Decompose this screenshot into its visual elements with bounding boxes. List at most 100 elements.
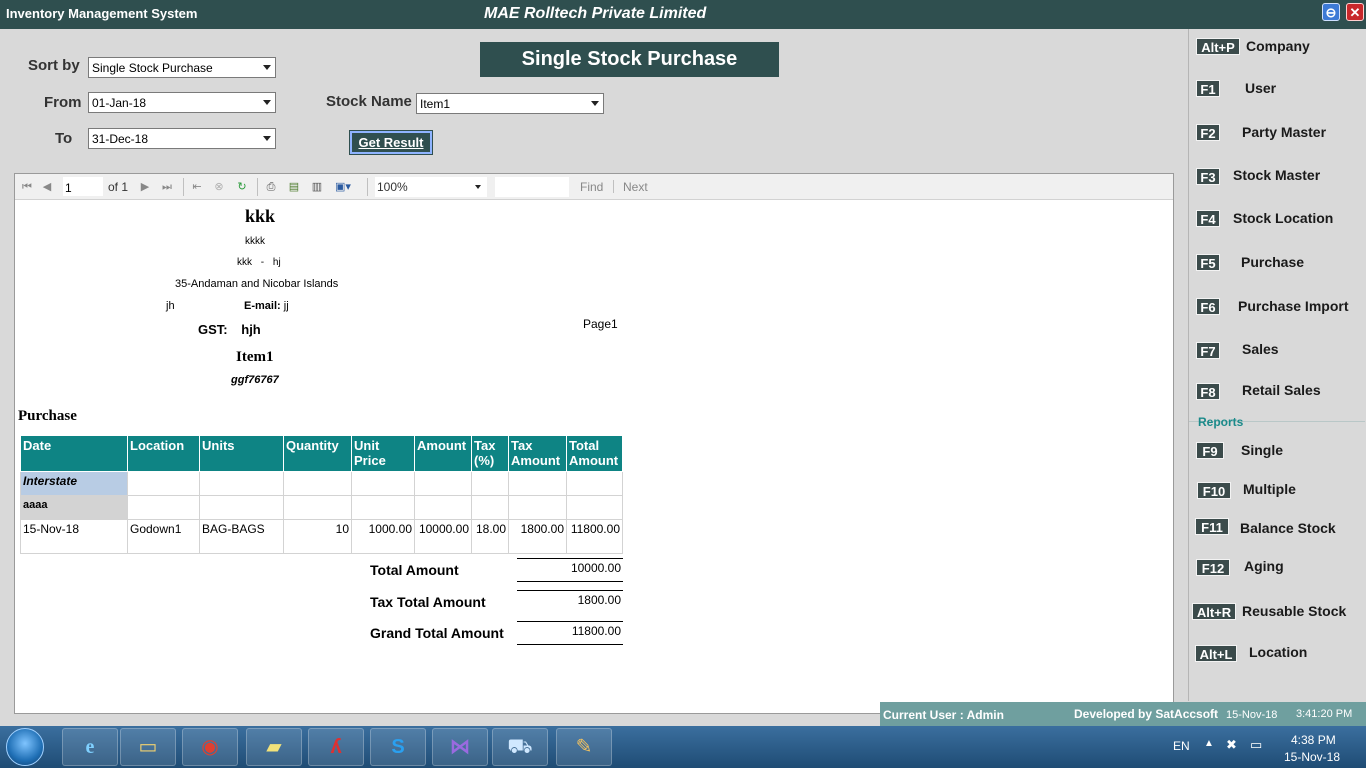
- close-icon[interactable]: ✕: [1346, 3, 1364, 21]
- skype-icon[interactable]: S: [370, 728, 426, 766]
- app-title: Inventory Management System: [6, 6, 198, 21]
- menu-item-label: Multiple: [1243, 481, 1296, 497]
- total-amount-value: 10000.00: [517, 558, 623, 582]
- network-icon[interactable]: ▭: [1250, 737, 1262, 753]
- group-row-interstate: Interstate: [20, 471, 623, 496]
- to-label: To: [55, 130, 73, 147]
- minimize-icon[interactable]: ⊖: [1322, 3, 1340, 21]
- sort-by-label: Sort by: [28, 57, 80, 74]
- report-address-line2: kkk - hj: [237, 257, 281, 268]
- current-user-label: Current User : Admin: [883, 708, 1004, 722]
- report-gst: GST: hjh: [198, 322, 261, 337]
- internet-explorer-icon[interactable]: e: [62, 728, 118, 766]
- cell-unit-price: 1000.00: [351, 519, 415, 554]
- menu-item-label: Stock Location: [1233, 210, 1334, 226]
- menu-item-label: Purchase: [1241, 254, 1305, 270]
- report-item-code: ggf76767: [231, 374, 279, 386]
- sort-by-value: Single Stock Purchase: [92, 61, 213, 75]
- report-page-label: Page1: [583, 317, 618, 331]
- menu-item-label: User: [1245, 80, 1277, 96]
- stop-icon[interactable]: ⊗: [211, 179, 227, 195]
- zoom-select[interactable]: 100%: [375, 177, 487, 197]
- find-link[interactable]: Find: [580, 180, 603, 194]
- stock-name-label: Stock Name: [326, 93, 412, 110]
- volume-muted-icon[interactable]: ✖: [1226, 737, 1237, 753]
- language-indicator[interactable]: EN: [1173, 739, 1190, 753]
- start-button-icon[interactable]: [6, 728, 44, 766]
- shopping-cart-app-icon[interactable]: ⛟: [492, 728, 548, 766]
- shortcut-key: F8: [1196, 383, 1220, 400]
- print-icon[interactable]: ⎙: [263, 179, 279, 195]
- sticky-notes-icon[interactable]: ▰: [246, 728, 302, 766]
- last-page-icon[interactable]: ⏭: [159, 179, 175, 195]
- first-page-icon[interactable]: ⏮: [19, 179, 35, 195]
- taskbar: e ▭ ◉ ▰ ʎ S ⋈ ⛟ ✎ EN ▲ ✖ ▭ 4:38 PM 15-No…: [0, 726, 1366, 768]
- prev-page-icon[interactable]: ◀: [39, 179, 55, 195]
- find-input[interactable]: [495, 177, 569, 197]
- shortcut-key: Alt+P: [1196, 38, 1240, 55]
- cell-quantity: 10: [283, 519, 352, 554]
- report-address-line2-b: hj: [272, 257, 281, 268]
- side-menu: Alt+P Company F1 User F2 Party Master F3…: [1188, 29, 1366, 701]
- report-gst-value: hjh: [241, 322, 261, 337]
- tax-total-amount-value: 1800.00: [517, 590, 623, 614]
- page-setup-icon[interactable]: ▥: [309, 179, 325, 195]
- next-page-icon[interactable]: ▶: [137, 179, 153, 195]
- column-header-unit-price: Unit Price: [351, 435, 415, 472]
- cell-tax-amount: 1800.00: [508, 519, 567, 554]
- shortcut-key: F2: [1196, 124, 1220, 141]
- chevron-down-icon: [591, 101, 599, 106]
- shortcut-key: F9: [1196, 442, 1224, 459]
- tray-expand-icon[interactable]: ▲: [1204, 738, 1214, 749]
- toolbar-separator: [257, 178, 258, 196]
- get-result-button[interactable]: Get Result: [349, 130, 433, 155]
- report-phone: jh: [166, 300, 175, 312]
- column-header-total-amount: Total Amount: [566, 435, 623, 472]
- menu-item-label: Sales: [1242, 341, 1279, 357]
- visual-studio-icon[interactable]: ⋈: [432, 728, 488, 766]
- file-explorer-icon[interactable]: ▭: [120, 728, 176, 766]
- back-icon[interactable]: ⇤: [189, 179, 205, 195]
- print-layout-icon[interactable]: ▤: [286, 179, 302, 195]
- report-item-name: Item1: [236, 349, 274, 365]
- menu-item-label: Retail Sales: [1242, 382, 1321, 398]
- toolbar-separator: [183, 178, 184, 196]
- column-header-amount: Amount: [414, 435, 472, 472]
- to-date-value: 31-Dec-18: [92, 132, 149, 146]
- to-date-picker[interactable]: 31-Dec-18: [88, 128, 276, 149]
- stock-name-value: Item1: [420, 97, 451, 111]
- report-email-label: E-mail:: [244, 300, 281, 312]
- report-email: E-mail: jj: [244, 300, 289, 312]
- shortcut-key: Alt+R: [1192, 603, 1236, 620]
- chevron-down-icon: [475, 185, 481, 189]
- shortcut-key: F10: [1197, 482, 1231, 499]
- menu-item-label: Balance Stock: [1240, 520, 1336, 536]
- report-email-value: jj: [283, 300, 289, 312]
- reports-heading: Reports: [1198, 415, 1244, 429]
- chevron-down-icon: [263, 136, 271, 141]
- from-label: From: [44, 94, 82, 111]
- shortcut-key: F11: [1195, 518, 1229, 535]
- menu-item-label: Location: [1249, 644, 1308, 660]
- sort-by-select[interactable]: Single Stock Purchase: [88, 57, 276, 78]
- find-next-link[interactable]: Next: [623, 180, 648, 194]
- from-date-picker[interactable]: 01-Jan-18: [88, 92, 276, 113]
- cell-date: 15-Nov-18: [20, 519, 128, 554]
- column-header-date: Date: [20, 435, 128, 472]
- chevron-down-icon: [263, 100, 271, 105]
- stock-name-select[interactable]: Item1: [416, 93, 604, 114]
- export-icon[interactable]: ▣▾: [332, 179, 354, 195]
- toolbar-separator: [613, 180, 614, 193]
- chevron-down-icon: [263, 65, 271, 70]
- purchase-table: Date Location Units Quantity Unit Price …: [20, 435, 623, 554]
- clock-date[interactable]: 15-Nov-18: [1284, 750, 1340, 764]
- chrome-icon[interactable]: ◉: [182, 728, 238, 766]
- paint-icon[interactable]: ✎: [556, 728, 612, 766]
- refresh-icon[interactable]: ↻: [234, 179, 250, 195]
- page-number-input[interactable]: [63, 177, 103, 196]
- pdf-reader-icon[interactable]: ʎ: [308, 728, 364, 766]
- clock-time[interactable]: 4:38 PM: [1291, 733, 1336, 747]
- report-viewer: ⏮ ◀ of 1 ▶ ⏭ ⇤ ⊗ ↻ ⎙ ▤ ▥ ▣▾ 100% Find Ne…: [14, 173, 1174, 714]
- shortcut-key: F4: [1196, 210, 1220, 227]
- cell-units: BAG-BAGS: [199, 519, 284, 554]
